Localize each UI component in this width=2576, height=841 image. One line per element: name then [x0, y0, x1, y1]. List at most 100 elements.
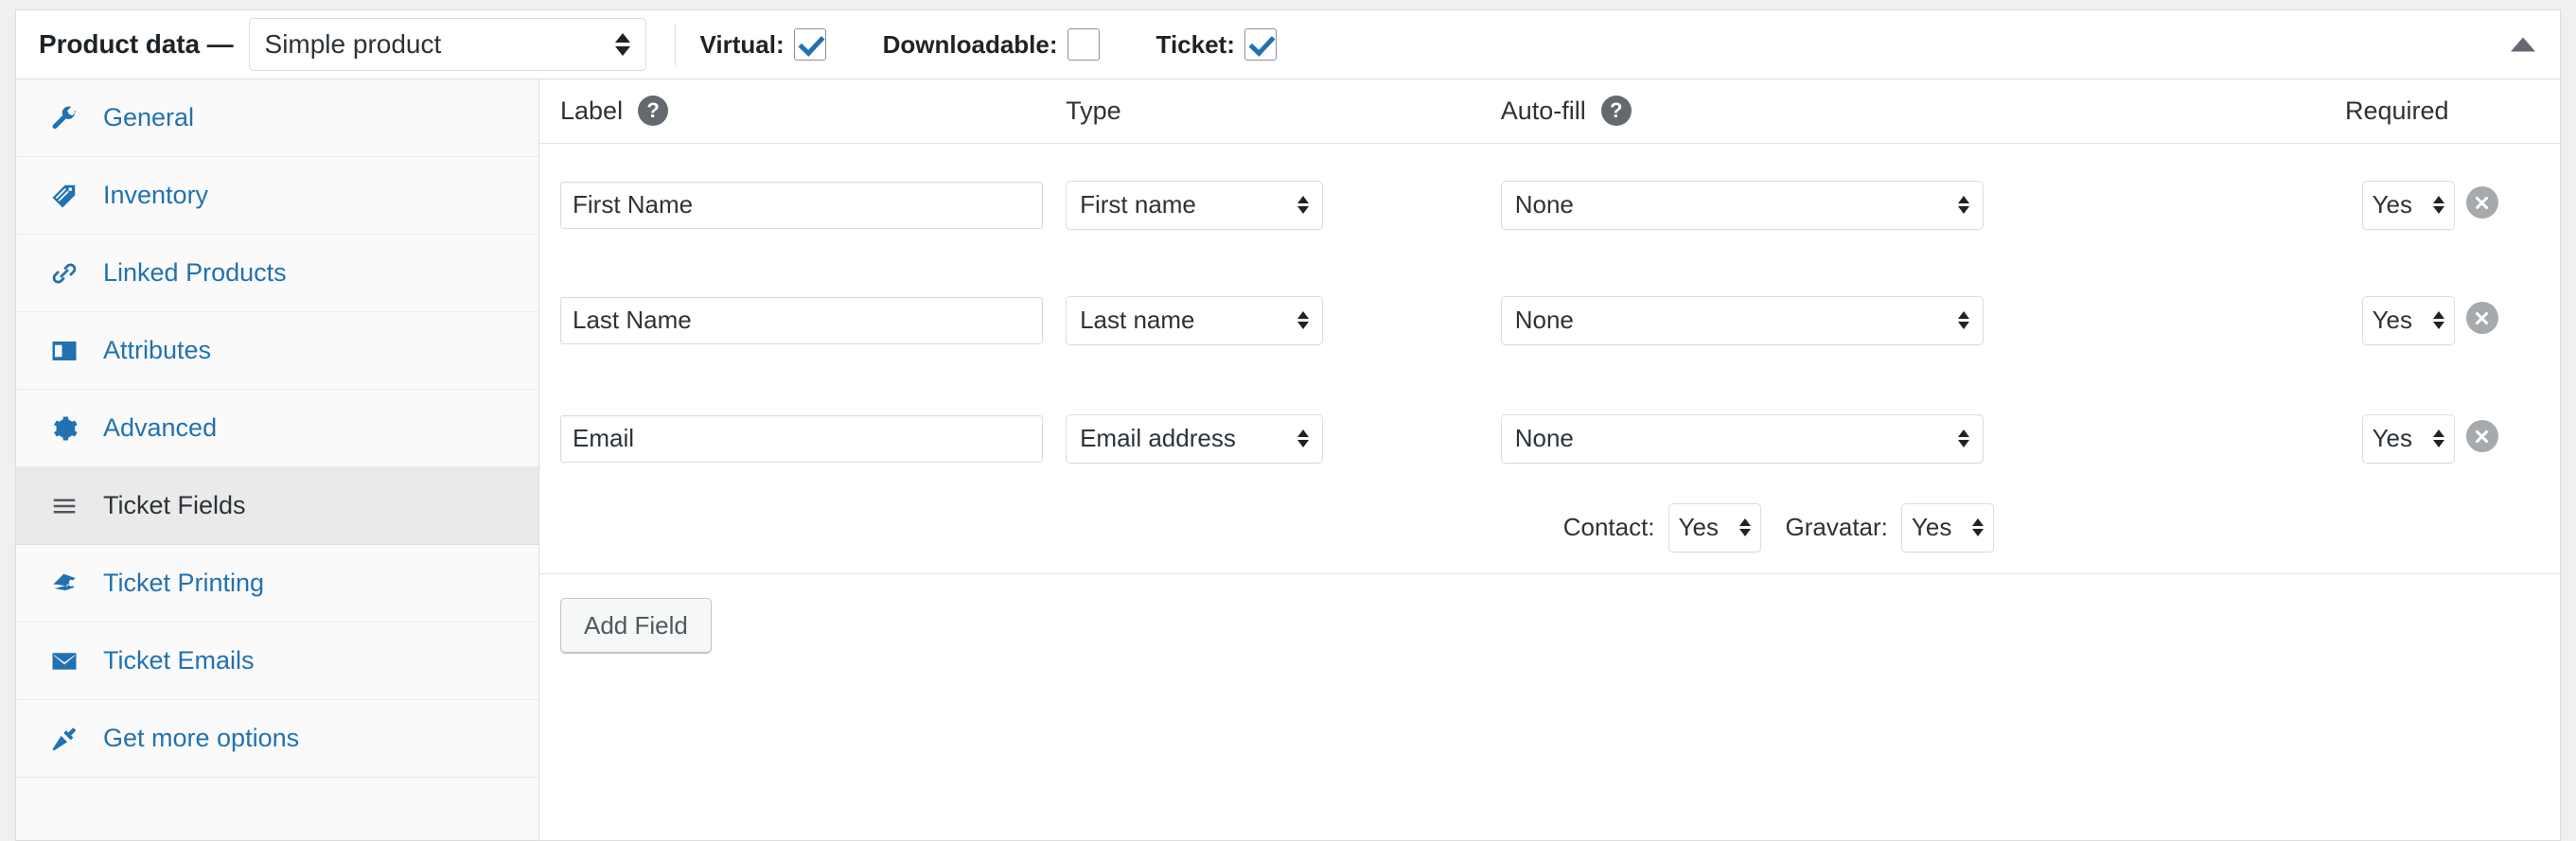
field-type-value: Last name — [1080, 306, 1195, 334]
remove-circle-icon[interactable] — [2465, 302, 2498, 334]
row-remove-cell — [2465, 261, 2560, 379]
extras-spacer-required — [2286, 498, 2466, 573]
ticket-checkbox-group: Ticket: — [1156, 28, 1277, 61]
field-autofill-select[interactable]: None — [1500, 413, 1984, 464]
field-required-value: Yes — [2372, 190, 2412, 219]
sidebar-item-get-more-options[interactable]: Get more options — [16, 700, 538, 778]
row-required-cell: Yes — [2286, 261, 2466, 379]
chevron-updown-icon — [1957, 196, 1969, 215]
label-header-text: Label — [560, 96, 624, 125]
row-type-cell: First name — [1066, 143, 1501, 261]
field-type-value: Email address — [1080, 424, 1236, 452]
virtual-checkbox[interactable] — [793, 28, 826, 61]
ticket-checkbox[interactable] — [1244, 28, 1277, 61]
gravatar-value: Yes — [1911, 513, 1952, 542]
type-header-text: Type — [1066, 96, 1121, 125]
field-label-input[interactable]: Last Name — [560, 296, 1043, 344]
hamburger-icon — [50, 491, 88, 521]
sidebar-item-label: Advanced — [103, 413, 218, 442]
panel-header: Product data — Simple product Virtual: D… — [16, 10, 2560, 79]
chevron-updown-icon — [1297, 429, 1310, 447]
extras-cell: Contact: Yes Gravatar: Yes — [1501, 498, 2286, 573]
sidebar-item-label: Linked Products — [103, 258, 287, 287]
row-label-cell: Email — [539, 379, 1066, 498]
panel-body: General Inventory Linked Products Attrib… — [16, 79, 2560, 840]
field-autofill-value: None — [1514, 306, 1574, 334]
sidebar-item-ticket-fields[interactable]: Ticket Fields — [16, 467, 538, 545]
sidebar-item-general[interactable]: General — [16, 79, 538, 157]
contact-value: Yes — [1678, 513, 1719, 542]
chevron-updown-icon — [1957, 311, 1969, 329]
row-label-cell: First Name — [539, 143, 1066, 261]
table-row: Email Email address None Yes — [539, 379, 2560, 498]
field-required-select[interactable]: Yes — [2361, 295, 2455, 345]
sidebar-item-linked-products[interactable]: Linked Products — [16, 235, 538, 312]
ticket-fields-panel: Label ? Type Auto-fill ? Required First … — [539, 79, 2560, 840]
field-required-select[interactable]: Yes — [2361, 413, 2455, 464]
downloadable-checkbox[interactable] — [1067, 28, 1100, 61]
column-header-label: Label ? — [539, 79, 1067, 144]
list-details-icon — [50, 336, 88, 366]
row-required-cell: Yes — [2286, 143, 2466, 261]
downloadable-checkbox-group: Downloadable: — [883, 28, 1100, 61]
remove-circle-icon[interactable] — [2465, 186, 2498, 219]
field-autofill-select[interactable]: None — [1500, 180, 1984, 230]
chevron-updown-icon — [1297, 311, 1310, 329]
field-label-input[interactable]: First Name — [560, 181, 1043, 229]
product-type-select[interactable]: Simple product — [248, 18, 646, 71]
extras-spacer-type — [1066, 498, 1501, 573]
help-icon[interactable]: ? — [638, 96, 669, 127]
contact-label: Contact: — [1562, 513, 1655, 542]
field-autofill-select[interactable]: None — [1500, 295, 1984, 345]
field-type-select[interactable]: Email address — [1066, 413, 1324, 464]
field-type-select[interactable]: Last name — [1066, 295, 1324, 345]
ticket-label: Ticket: — [1156, 29, 1235, 59]
product-data-panel: Product data — Simple product Virtual: D… — [15, 9, 2561, 841]
chevron-updown-icon — [2432, 429, 2444, 447]
row-auto-fill-cell: None — [1500, 379, 2286, 498]
wrench-icon — [50, 103, 88, 133]
virtual-label: Virtual: — [699, 29, 785, 59]
chevron-updown-icon — [2432, 196, 2444, 215]
add-field-cell: Add Field — [539, 572, 2560, 677]
row-auto-fill-cell: None — [1500, 143, 2286, 261]
header-divider — [674, 24, 676, 65]
column-header-remove — [2465, 79, 2560, 144]
required-header-text: Required — [2344, 96, 2449, 125]
field-required-select[interactable]: Yes — [2361, 180, 2455, 230]
sidebar-item-attributes[interactable]: Attributes — [16, 312, 538, 390]
gravatar-select[interactable]: Yes — [1900, 502, 1994, 552]
sidebar-item-label: Ticket Printing — [103, 569, 265, 597]
gravatar-group: Gravatar: Yes — [1785, 502, 1994, 552]
sidebar-item-label: Get more options — [103, 724, 300, 752]
field-label-input[interactable]: Email — [560, 414, 1043, 463]
contact-select[interactable]: Yes — [1667, 502, 1761, 552]
sidebar-item-ticket-printing[interactable]: Ticket Printing — [16, 545, 538, 622]
add-field-button[interactable]: Add Field — [560, 598, 712, 654]
triangle-up-icon[interactable] — [2511, 37, 2535, 52]
sidebar-item-inventory[interactable]: Inventory — [16, 157, 538, 235]
help-icon[interactable]: ? — [1600, 96, 1632, 127]
gravatar-label: Gravatar: — [1785, 513, 1888, 542]
chevron-updown-icon — [1957, 429, 1969, 447]
auto-fill-header-text: Auto-fill — [1500, 96, 1586, 125]
extras-spacer-label — [539, 498, 1066, 573]
gear-icon — [50, 413, 88, 444]
sidebar-item-label: Attributes — [103, 336, 212, 364]
page-title: Product data — — [39, 29, 234, 59]
remove-circle-icon[interactable] — [2465, 420, 2498, 452]
table-row: Last Name Last name None Yes — [539, 261, 2560, 379]
sidebar-item-advanced[interactable]: Advanced — [16, 390, 538, 467]
tag-icon — [50, 181, 88, 211]
row-type-cell: Last name — [1066, 261, 1501, 379]
product-type-value: Simple product — [264, 29, 442, 59]
envelope-icon — [50, 646, 88, 676]
row-type-cell: Email address — [1066, 379, 1501, 498]
field-type-value: First name — [1080, 190, 1196, 219]
ticket-fields-table: Label ? Type Auto-fill ? Required First … — [539, 79, 2560, 677]
plug-icon — [50, 724, 88, 754]
field-autofill-value: None — [1514, 190, 1574, 219]
sidebar-item-ticket-emails[interactable]: Ticket Emails — [16, 622, 538, 700]
downloadable-label: Downloadable: — [882, 29, 1058, 59]
field-type-select[interactable]: First name — [1066, 180, 1324, 230]
